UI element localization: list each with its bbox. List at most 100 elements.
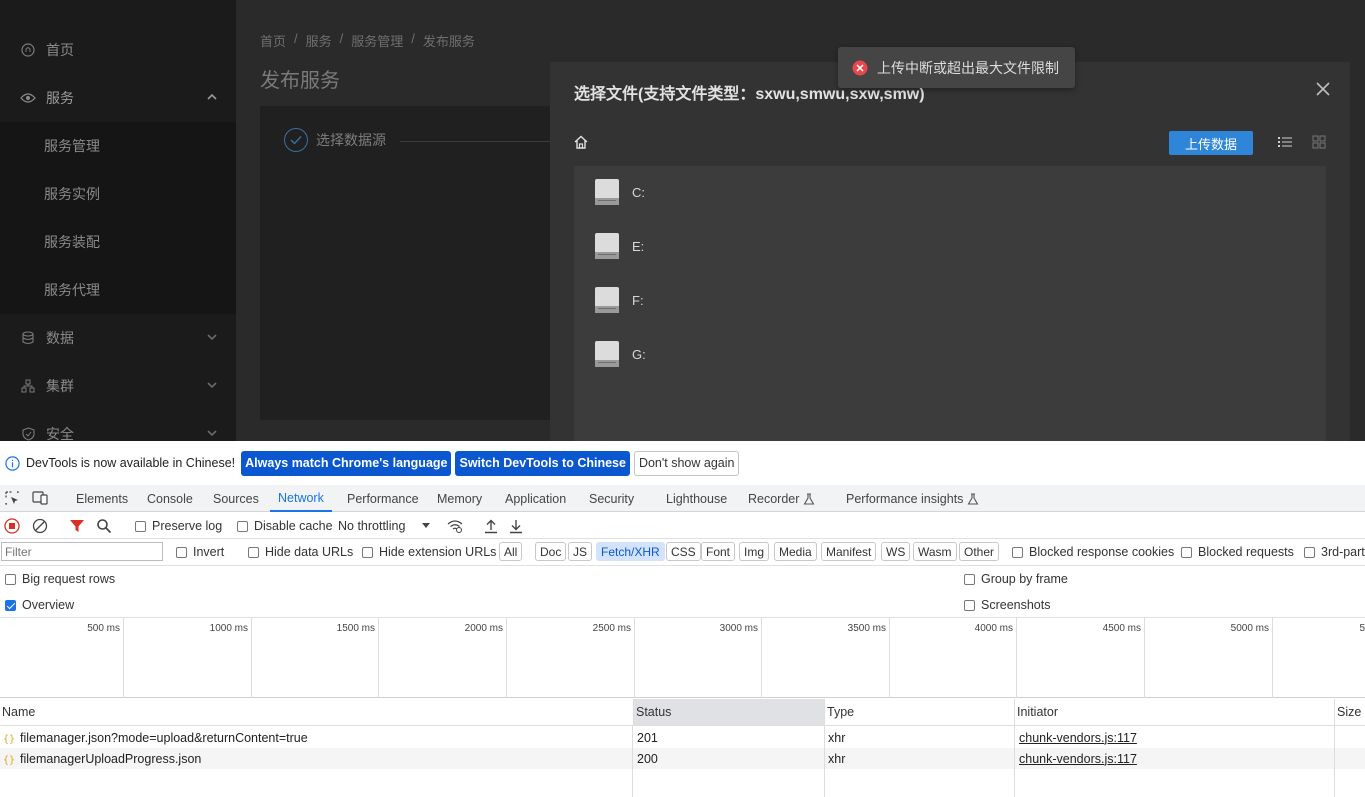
- breadcrumb-item[interactable]: 服务: [306, 31, 332, 50]
- throttling-select[interactable]: No throttling: [338, 513, 431, 539]
- drive-item-f[interactable]: F:: [594, 284, 644, 316]
- network-conditions-icon[interactable]: [446, 518, 464, 534]
- close-icon[interactable]: [1314, 80, 1332, 98]
- export-har-icon[interactable]: [509, 518, 523, 534]
- column-header-initiator[interactable]: Initiator: [1015, 699, 1335, 726]
- app-window: 首页 服务 服务管理 服务实例 服务装配 服务代理 数据 集群 安全 首页 / …: [0, 0, 1365, 441]
- column-header-status[interactable]: Status: [634, 699, 825, 726]
- record-stop-icon[interactable]: [4, 518, 20, 534]
- upload-data-button[interactable]: 上传数据: [1169, 131, 1253, 155]
- table-row[interactable]: {} filemanagerUploadProgress.json 200 xh…: [0, 748, 1365, 769]
- filter-icon[interactable]: [69, 518, 85, 534]
- match-language-button[interactable]: Always match Chrome's language: [241, 450, 452, 476]
- type-filter-other[interactable]: Other: [959, 542, 1000, 561]
- home-icon[interactable]: [573, 134, 589, 150]
- big-request-rows-checkbox[interactable]: Big request rows: [5, 570, 115, 588]
- table-row[interactable]: {} filemanager.json?mode=upload&returnCo…: [0, 727, 1365, 748]
- breadcrumb-separator: /: [411, 31, 415, 46]
- type-filter-doc[interactable]: Doc: [535, 542, 567, 561]
- sidebar-item-service-proxy[interactable]: 服务代理: [0, 266, 236, 314]
- type-filter-js[interactable]: JS: [568, 542, 593, 561]
- tick-label: 5000 ms: [1230, 623, 1269, 634]
- checkbox-box: [1304, 546, 1315, 558]
- sidebar-item-data[interactable]: 数据: [0, 314, 236, 362]
- column-header-size[interactable]: Size: [1335, 699, 1365, 726]
- database-icon: [20, 330, 36, 346]
- blocked-response-cookies-checkbox[interactable]: Blocked response cookies: [1012, 539, 1174, 565]
- blocked-requests-checkbox[interactable]: Blocked requests: [1181, 539, 1294, 565]
- tab-security[interactable]: Security: [589, 485, 634, 512]
- column-divider: [824, 726, 825, 797]
- info-icon: [5, 455, 20, 471]
- screenshots-checkbox[interactable]: Screenshots: [964, 596, 1050, 614]
- disable-cache-checkbox[interactable]: Disable cache: [237, 513, 333, 539]
- dont-show-again-button[interactable]: Don't show again: [633, 450, 740, 476]
- type-filter-media[interactable]: Media: [774, 542, 817, 561]
- tick-label: 2500 ms: [592, 623, 631, 634]
- type-filter-ws[interactable]: WS: [881, 542, 911, 561]
- tab-elements[interactable]: Elements: [76, 485, 128, 512]
- import-har-icon[interactable]: [484, 518, 498, 534]
- type-filter-font[interactable]: Font: [701, 542, 736, 561]
- type-filter-fetch-xhr[interactable]: Fetch/XHR: [596, 542, 665, 561]
- drive-item-e[interactable]: E:: [594, 230, 644, 262]
- hide-extension-urls-checkbox[interactable]: Hide extension URLs: [362, 539, 496, 565]
- sidebar-item-service-assembly[interactable]: 服务装配: [0, 218, 236, 266]
- tab-recorder[interactable]: Recorder: [748, 485, 815, 512]
- initiator-link[interactable]: chunk-vendors.js:117: [1016, 727, 1137, 748]
- breadcrumb-item[interactable]: 首页: [260, 31, 286, 50]
- toast-message: 上传中断或超出最大文件限制: [877, 59, 1059, 76]
- tab-console[interactable]: Console: [147, 485, 193, 512]
- network-toolbar: Preserve log Disable cache No throttling: [0, 513, 1365, 539]
- drive-label: G:: [632, 346, 646, 362]
- tab-performance-insights[interactable]: Performance insights: [846, 485, 979, 512]
- inspect-element-icon[interactable]: [4, 490, 20, 506]
- tab-memory[interactable]: Memory: [437, 485, 482, 512]
- preserve-log-checkbox[interactable]: Preserve log: [135, 513, 222, 539]
- column-header-type[interactable]: Type: [825, 699, 1015, 726]
- list-view-icon[interactable]: [1277, 134, 1293, 150]
- tab-network[interactable]: Network: [270, 485, 332, 512]
- sidebar-item-home[interactable]: 首页: [0, 26, 236, 74]
- flask-icon: [803, 492, 815, 505]
- drive-item-g[interactable]: G:: [594, 338, 646, 370]
- tick-label: 4000 ms: [974, 623, 1013, 634]
- hide-data-urls-checkbox[interactable]: Hide data URLs: [248, 539, 353, 565]
- page-title: 发布服务: [260, 70, 340, 92]
- device-toolbar-icon[interactable]: [32, 490, 48, 506]
- search-icon[interactable]: [96, 518, 112, 534]
- filter-input[interactable]: [1, 542, 163, 561]
- drive-item-c[interactable]: C:: [594, 176, 645, 208]
- type-filter-img[interactable]: Img: [739, 542, 770, 561]
- sidebar-item-service-instance[interactable]: 服务实例: [0, 170, 236, 218]
- sidebar-item-service-manage[interactable]: 服务管理: [0, 122, 236, 170]
- group-by-frame-checkbox[interactable]: Group by frame: [964, 570, 1068, 588]
- sidebar-item-cluster[interactable]: 集群: [0, 362, 236, 410]
- type-filter-all[interactable]: All: [499, 542, 523, 561]
- third-party-checkbox[interactable]: 3rd-part: [1304, 539, 1365, 565]
- column-header-name[interactable]: Name: [0, 699, 634, 726]
- type-filter-css[interactable]: CSS: [666, 542, 701, 561]
- overview-checkbox[interactable]: Overview: [5, 596, 74, 614]
- tab-performance[interactable]: Performance: [347, 485, 419, 512]
- type-filter-manifest[interactable]: Manifest: [821, 542, 877, 561]
- switch-to-chinese-button[interactable]: Switch DevTools to Chinese: [455, 450, 630, 476]
- tab-application[interactable]: Application: [505, 485, 566, 512]
- content-card: 选择数据源: [260, 106, 560, 420]
- tab-sources[interactable]: Sources: [213, 485, 259, 512]
- sidebar-item-security[interactable]: 安全: [0, 410, 236, 441]
- tick-label: 3000 ms: [719, 623, 758, 634]
- checkbox-box: [135, 520, 146, 532]
- type-filter-wasm[interactable]: Wasm: [913, 542, 957, 561]
- invert-checkbox[interactable]: Invert: [176, 539, 224, 565]
- initiator-link[interactable]: chunk-vendors.js:117: [1016, 748, 1137, 769]
- grid-view-icon[interactable]: [1311, 134, 1327, 150]
- tab-lighthouse[interactable]: Lighthouse: [666, 485, 727, 512]
- breadcrumb-item[interactable]: 服务管理: [351, 31, 403, 50]
- clear-icon[interactable]: [32, 518, 48, 534]
- throttling-value: No throttling: [338, 519, 406, 533]
- sidebar-item-service[interactable]: 服务: [0, 74, 236, 122]
- timeline-tick: 5: [1273, 618, 1365, 698]
- network-overview-timeline[interactable]: 500 ms 1000 ms 1500 ms 2000 ms 2500 ms 3…: [0, 618, 1365, 698]
- checkbox-label: Hide data URLs: [265, 545, 354, 559]
